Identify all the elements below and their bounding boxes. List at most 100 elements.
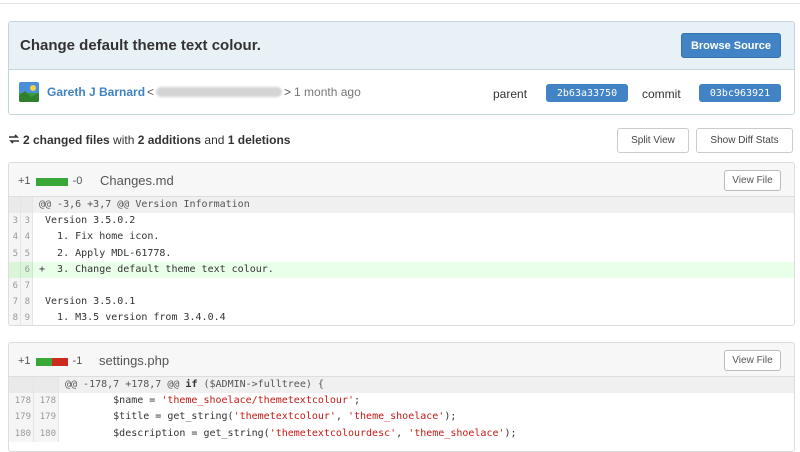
file-name: settings.php: [99, 353, 170, 368]
file-diff-changes-md: +1 -0 Changes.md View File @@ -3,6 +3,7 …: [8, 162, 795, 326]
code-suffix: );: [504, 427, 517, 439]
line-code: $title = get_string('themetextcolour', '…: [59, 409, 794, 425]
old-line-number: 7: [9, 294, 21, 311]
new-line-number: 7: [21, 277, 33, 295]
code-suffix: ;: [353, 395, 361, 407]
author-link[interactable]: Gareth J Barnard: [47, 85, 145, 99]
commit-title: Change default theme text colour.: [20, 37, 261, 54]
commit-header: Change default theme text colour. Browse…: [8, 21, 795, 115]
diff-line: @@ -3,6 +3,7 @@ Version Information: [9, 197, 794, 214]
code-prefix: $name =: [65, 395, 162, 407]
swap-icon: [8, 133, 20, 147]
string-literal: 'theme_shoelace': [408, 427, 505, 439]
additions-stat: +1: [18, 175, 31, 187]
string-literal: 'theme_shoelace/themetextcolour': [161, 395, 354, 407]
diff-line: 55 2. Apply MDL-61778.: [9, 245, 794, 262]
old-line-number: 5: [9, 245, 21, 262]
new-line-number: 3: [21, 213, 33, 230]
additions-count: 2 additions: [137, 133, 202, 147]
line-code: 2. Apply MDL-61778.: [39, 247, 172, 259]
commit-sha-link[interactable]: 03bc963921: [699, 84, 781, 102]
diff-line: 89 1. M3.5 version from 3.4.0.4: [9, 310, 794, 325]
line-code: Version 3.5.0.2: [39, 215, 136, 227]
line-code: @@ -178,7 +178,7 @@ if ($ADMIN->fulltree…: [59, 377, 794, 394]
browse-source-button[interactable]: Browse Source: [681, 33, 781, 58]
view-file-button[interactable]: View File: [724, 170, 781, 191]
diff-line: 33 Version 3.5.0.2: [9, 213, 794, 230]
top-divider: [0, 0, 800, 4]
line-code: + 3. Change default theme text colour.: [33, 261, 794, 278]
commit-title-bar: Change default theme text colour. Browse…: [9, 22, 794, 70]
parent-sha-link[interactable]: 2b63a33750: [546, 84, 628, 102]
code-suffix: );: [444, 411, 457, 423]
diff-lines: @@ -178,7 +178,7 @@ if ($ADMIN->fulltree…: [9, 377, 794, 442]
diff-stat-bar: [35, 177, 68, 186]
string-literal: 'themetextcolour': [233, 411, 336, 423]
new-line-number: [21, 197, 33, 214]
email-close-bracket: >: [284, 85, 292, 99]
additions-stat: +1: [18, 355, 31, 367]
diff-line: 6 + 3. Change default theme text colour.: [9, 261, 794, 278]
email-open-bracket: <: [147, 85, 155, 99]
view-file-button[interactable]: View File: [724, 350, 781, 371]
line-code: 1. M3.5 version from 3.4.0.4: [39, 312, 226, 324]
diff-summary: 2 changed files with 2 additions and 1 d…: [8, 133, 290, 147]
hunk-suffix: ($ADMIN->fulltree) {: [197, 379, 324, 390]
line-code: $name = 'theme_shoelace/themetextcolour'…: [59, 393, 794, 409]
old-line-number: 178: [9, 393, 34, 410]
commit-label: commit: [642, 87, 681, 101]
show-diff-stats-button[interactable]: Show Diff Stats: [696, 128, 793, 153]
new-line-number: [34, 377, 59, 394]
changed-files-count: 2 changed files: [23, 133, 110, 147]
old-line-number: [9, 197, 21, 214]
parent-label: parent: [493, 87, 528, 101]
new-line-number: 4: [21, 229, 33, 246]
diff-line: 180 180 $description = get_string('themet…: [9, 425, 794, 442]
commit-meta: Gareth J Barnard < > 1 month ago parent …: [9, 70, 794, 114]
deletions-stat: -1: [72, 355, 83, 367]
new-line-number: 5: [21, 245, 33, 262]
author-email: < > 1 month ago: [147, 85, 361, 99]
code-separator: ,: [335, 411, 348, 423]
diff-line: 179 179 $title = get_string('themetextcol…: [9, 409, 794, 426]
new-line-number: 178: [34, 393, 59, 410]
old-line-number: 4: [9, 229, 21, 246]
new-line-number: 6: [21, 261, 33, 278]
old-line-number: 6: [9, 277, 21, 295]
summary-with: with: [109, 133, 138, 147]
new-line-number: 8: [21, 294, 33, 311]
old-line-number: 3: [9, 213, 21, 230]
code-separator: ,: [396, 427, 409, 439]
old-line-number: 179: [9, 409, 34, 426]
diff-stat-bar: [35, 357, 68, 366]
line-code: 1. Fix home icon.: [39, 231, 160, 243]
diff-line: 67: [9, 277, 794, 295]
diff-lines: @@ -3,6 +3,7 @@ Version Information 3 3 Ve…: [9, 197, 794, 325]
deletions-stat: -0: [72, 175, 83, 187]
line-code: $description = get_string('themetextcolo…: [59, 426, 794, 442]
diff-line: 78 Version 3.5.0.1: [9, 294, 794, 311]
hunk-prefix: @@ -178,7 +178,7 @@: [65, 379, 186, 390]
string-literal: 'theme_shoelace': [347, 411, 445, 423]
code-prefix: $description = get_string(: [65, 427, 270, 439]
old-line-number: 8: [9, 310, 21, 325]
new-line-number: 180: [34, 425, 59, 442]
new-line-number: 179: [34, 409, 59, 426]
summary-and: and: [201, 133, 228, 147]
file-diff-settings-php: +1 -1 settings.php View File @@ -178,7 +…: [8, 342, 795, 452]
file-name: Changes.md: [100, 173, 174, 188]
deletions-count: 1 deletions: [227, 133, 291, 147]
commit-time: 1 month ago: [294, 85, 361, 99]
split-view-button[interactable]: Split View: [617, 128, 689, 153]
email-redacted: [156, 87, 283, 97]
avatar[interactable]: [19, 82, 39, 102]
diff-line: @@ -178,7 +178,7 @@ if ($ADMIN->fulltree…: [9, 377, 794, 394]
new-line-number: 9: [21, 310, 33, 325]
old-line-number: [9, 377, 34, 394]
diff-line: 44 1. Fix home icon.: [9, 229, 794, 246]
old-line-number: 180: [9, 425, 34, 442]
file-header: +1 -1 settings.php View File: [9, 343, 794, 377]
old-line-number: [9, 261, 21, 278]
file-header: +1 -0 Changes.md View File: [9, 163, 794, 197]
line-code: @@ -3,6 +3,7 @@ Version Information: [33, 197, 794, 214]
